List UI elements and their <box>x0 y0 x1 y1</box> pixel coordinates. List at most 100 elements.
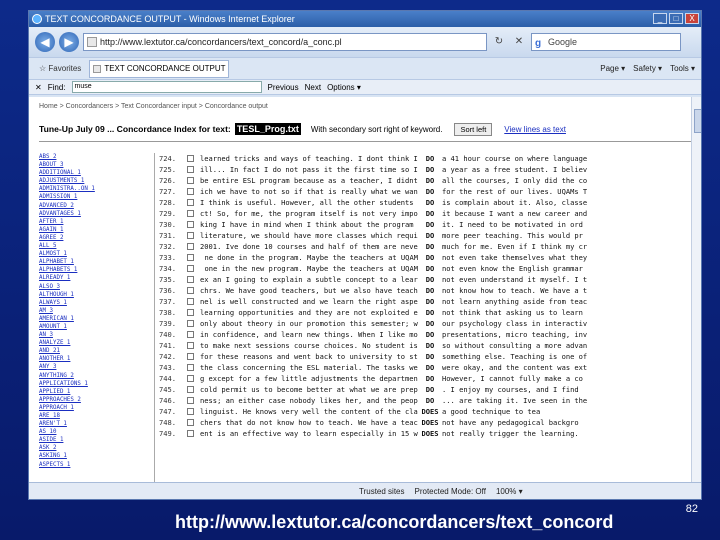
index-word[interactable]: ADMINISTRA..ON 1 <box>39 186 95 192</box>
index-entry[interactable]: AND 21 <box>39 347 154 355</box>
row-checkbox[interactable] <box>187 243 194 250</box>
index-entry[interactable]: ALWAYS 1 <box>39 299 154 307</box>
forward-button[interactable]: ▶ <box>59 32 79 52</box>
index-entry[interactable]: ALMOST 1 <box>39 250 154 258</box>
index-word[interactable]: ALREADY 1 <box>39 275 70 281</box>
row-checkbox[interactable] <box>187 320 194 327</box>
find-input[interactable]: muse <box>71 81 262 93</box>
scrollbar-thumb[interactable] <box>694 109 701 133</box>
row-checkbox[interactable] <box>187 430 194 437</box>
keyword[interactable]: DO <box>418 307 442 318</box>
index-entry[interactable]: AM 3 <box>39 307 154 315</box>
row-checkbox[interactable] <box>187 342 194 349</box>
keyword[interactable]: DO <box>418 263 442 274</box>
keyword[interactable]: DO <box>418 208 442 219</box>
row-checkbox[interactable] <box>187 276 194 283</box>
keyword[interactable]: DO <box>418 164 442 175</box>
index-word[interactable]: ASIDE 1 <box>39 437 63 443</box>
index-entry[interactable]: ASKING 1 <box>39 452 154 460</box>
index-entry[interactable]: ADJUSTMENTS 1 <box>39 177 154 185</box>
row-checkbox[interactable] <box>187 298 194 305</box>
favorites-button[interactable]: ☆ Favorites <box>35 62 85 75</box>
keyword[interactable]: DO <box>418 153 442 164</box>
view-lines-link[interactable]: View lines as text <box>504 125 566 134</box>
keyword[interactable]: DO <box>418 340 442 351</box>
index-word[interactable]: ADDITIONAL 1 <box>39 170 81 176</box>
index-word[interactable]: ABS 2 <box>39 154 56 160</box>
index-word[interactable]: AMOUNT 1 <box>39 324 67 330</box>
tab-active[interactable]: TEXT CONCORDANCE OUTPUT <box>89 59 230 78</box>
keyword[interactable]: DO <box>418 373 442 384</box>
index-word[interactable]: ALMOST 1 <box>39 251 67 257</box>
index-word[interactable]: ADMISSION 1 <box>39 194 77 200</box>
keyword[interactable]: DO <box>418 252 442 263</box>
index-entry[interactable]: AS 10 <box>39 428 154 436</box>
index-word[interactable]: ADVANTAGES 1 <box>39 211 81 217</box>
row-checkbox[interactable] <box>187 188 194 195</box>
keyword[interactable]: DO <box>418 296 442 307</box>
index-word[interactable]: APPROACH 1 <box>39 405 74 411</box>
index-word[interactable]: AFTER 1 <box>39 219 63 225</box>
index-entry[interactable]: APPLICATIONS 1 <box>39 380 154 388</box>
keyword[interactable]: DO <box>418 329 442 340</box>
keyword[interactable]: DO <box>418 384 442 395</box>
breadcrumb[interactable]: Home > Concordancers > Text Concordancer… <box>29 97 701 119</box>
index-word[interactable]: ALWAYS 1 <box>39 300 67 306</box>
index-entry[interactable]: ALL 5 <box>39 242 154 250</box>
index-entry[interactable]: ABOUT 3 <box>39 161 154 169</box>
index-word[interactable]: APPROACHES 2 <box>39 397 81 403</box>
row-checkbox[interactable] <box>187 166 194 173</box>
index-word[interactable]: APPLIED 1 <box>39 389 70 395</box>
row-checkbox[interactable] <box>187 309 194 316</box>
tools-menu[interactable]: Tools ▾ <box>670 64 695 73</box>
keyword[interactable]: DO <box>418 175 442 186</box>
index-word[interactable]: ANOTHER 1 <box>39 356 70 362</box>
page-menu[interactable]: Page ▾ <box>600 64 625 73</box>
keyword[interactable]: DO <box>418 362 442 373</box>
index-entry[interactable]: ADVANTAGES 1 <box>39 210 154 218</box>
index-word[interactable]: ANYTHING 2 <box>39 373 74 379</box>
index-entry[interactable]: ADVANCED 2 <box>39 202 154 210</box>
index-entry[interactable]: ADMINISTRA..ON 1 <box>39 185 154 193</box>
keyword[interactable]: DO <box>418 274 442 285</box>
index-entry[interactable]: AN 3 <box>39 331 154 339</box>
find-next-button[interactable]: Next <box>305 83 321 92</box>
row-checkbox[interactable] <box>187 265 194 272</box>
row-checkbox[interactable] <box>187 419 194 426</box>
row-checkbox[interactable] <box>187 364 194 371</box>
keyword[interactable]: DO <box>418 230 442 241</box>
row-checkbox[interactable] <box>187 375 194 382</box>
row-checkbox[interactable] <box>187 155 194 162</box>
index-entry[interactable]: ANYTHING 2 <box>39 372 154 380</box>
index-word[interactable]: ANY 3 <box>39 364 56 370</box>
index-entry[interactable]: AREN'T 1 <box>39 420 154 428</box>
index-entry[interactable]: AFTER 1 <box>39 218 154 226</box>
search-input[interactable]: g Google <box>531 33 681 51</box>
maximize-button[interactable]: □ <box>669 13 683 24</box>
index-word[interactable]: AREN'T 1 <box>39 421 67 427</box>
index-entry[interactable]: ALTHOUGH 1 <box>39 291 154 299</box>
row-checkbox[interactable] <box>187 221 194 228</box>
row-checkbox[interactable] <box>187 353 194 360</box>
index-entry[interactable]: ASK 2 <box>39 444 154 452</box>
index-word[interactable]: APPLICATIONS 1 <box>39 381 88 387</box>
index-entry[interactable]: ASPECTS 1 <box>39 461 154 469</box>
index-entry[interactable]: ANY 3 <box>39 363 154 371</box>
index-entry[interactable]: ADMISSION 1 <box>39 193 154 201</box>
find-previous-button[interactable]: Previous <box>268 83 299 92</box>
index-entry[interactable]: ARE 18 <box>39 412 154 420</box>
index-word[interactable]: ASKING 1 <box>39 453 67 459</box>
index-entry[interactable]: ANALYZE 1 <box>39 339 154 347</box>
keyword[interactable]: DO <box>418 285 442 296</box>
address-bar[interactable]: http://www.lextutor.ca/concordancers/tex… <box>83 33 487 51</box>
index-word[interactable]: ALSO 3 <box>39 284 60 290</box>
row-checkbox[interactable] <box>187 199 194 206</box>
index-word[interactable]: AGAIN 1 <box>39 227 63 233</box>
index-entry[interactable]: AGAIN 1 <box>39 226 154 234</box>
index-word[interactable]: ANALYZE 1 <box>39 340 70 346</box>
index-word[interactable]: AND 21 <box>39 348 60 354</box>
index-word[interactable]: AGREE 2 <box>39 235 63 241</box>
index-entry[interactable]: ALREADY 1 <box>39 274 154 282</box>
refresh-icon[interactable]: ↻ <box>491 34 507 50</box>
index-entry[interactable]: APPROACH 1 <box>39 404 154 412</box>
